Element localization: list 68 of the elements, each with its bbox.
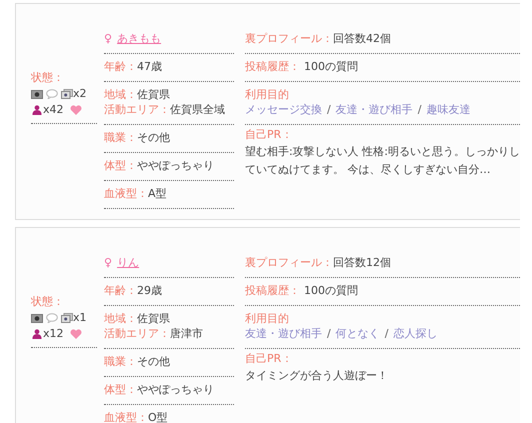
photo-count: x1 — [73, 311, 87, 325]
speech-bubble-icon — [46, 313, 58, 323]
heart-icon — [70, 105, 82, 115]
field-value: 29歳 — [137, 284, 162, 297]
self-pr-text: 望む相手:攻撃しない人 性格:明るいと思う。しっかりしていてぬけてます。 今は、尽くしすぎない自分… — [245, 144, 520, 178]
female-symbol: ♀ — [104, 256, 112, 270]
purpose-link[interactable]: 友達・遊び相手 — [245, 327, 322, 340]
field-value: O型 — [148, 411, 168, 423]
field-value: ややぽっちゃり — [137, 383, 214, 396]
field-label: 血液型： — [104, 411, 148, 423]
field-value: 100の質問 — [304, 284, 358, 297]
field-value: 佐賀県 — [137, 312, 170, 325]
field-value: A型 — [148, 187, 167, 200]
field-value: 佐賀県全域 — [170, 103, 225, 116]
field-value: ややぽっちゃり — [137, 159, 214, 172]
field-value: 47歳 — [137, 60, 162, 73]
separator-slash: / — [327, 103, 331, 116]
field-label: 年齢： — [104, 60, 137, 73]
field-value: その他 — [137, 131, 170, 144]
field-label: 地域： — [104, 312, 137, 325]
heart-icon — [70, 329, 82, 339]
field-label: 自己PR： — [245, 352, 292, 365]
separator-slash: / — [327, 327, 331, 340]
status-label: 状態： — [31, 71, 65, 85]
profile-name-link[interactable]: りん — [117, 256, 140, 270]
field-label: 自己PR： — [245, 128, 292, 141]
field-value: 100の質問 — [304, 60, 358, 73]
field-value: 唐津市 — [170, 327, 203, 340]
field-value: 回答数12個 — [333, 256, 391, 269]
field-label: 年齢： — [104, 284, 137, 297]
purpose-link[interactable]: 趣味友達 — [426, 103, 470, 116]
person-icon — [31, 105, 43, 115]
purpose-link[interactable]: 恋人探し — [393, 327, 438, 340]
field-label: 活動エリア： — [104, 103, 170, 116]
purpose-link[interactable]: メッセージ交換 — [245, 103, 322, 116]
field-label: 投稿履歴： — [245, 60, 300, 73]
separator-slash: / — [384, 327, 388, 340]
photos-icon — [61, 89, 73, 99]
field-label: 地域： — [104, 88, 137, 101]
person-icon — [31, 329, 43, 339]
self-pr-text: タイミングが合う人遊ぼー！ — [245, 368, 389, 384]
footprint-count: x42 — [43, 103, 64, 117]
field-label: 体型： — [104, 383, 137, 396]
separator-slash: / — [418, 103, 422, 116]
status-label: 状態： — [31, 295, 65, 309]
field-label: 裏プロフィール： — [245, 32, 333, 45]
field-value: 佐賀県 — [137, 88, 170, 101]
female-symbol: ♀ — [104, 32, 112, 46]
purpose-link[interactable]: 友達・遊び相手 — [336, 103, 413, 116]
field-label: 利用目的 — [245, 88, 289, 101]
field-label: 裏プロフィール： — [245, 256, 333, 269]
photos-icon — [61, 313, 73, 323]
purpose-link[interactable]: 何となく — [336, 327, 380, 340]
photo-count: x2 — [73, 87, 87, 101]
field-label: 投稿履歴： — [245, 284, 300, 297]
profile-name-link[interactable]: あきもも — [117, 32, 162, 46]
camera-icon — [31, 313, 43, 323]
field-label: 利用目的 — [245, 312, 289, 325]
field-label: 職業： — [104, 131, 137, 144]
footprint-count: x12 — [43, 327, 64, 341]
field-value: その他 — [137, 355, 170, 368]
speech-bubble-icon — [46, 89, 58, 99]
camera-icon — [31, 89, 43, 99]
field-label: 体型： — [104, 159, 137, 172]
field-label: 活動エリア： — [104, 327, 170, 340]
field-value: 回答数42個 — [333, 32, 391, 45]
field-label: 血液型： — [104, 187, 148, 200]
field-label: 職業： — [104, 355, 137, 368]
